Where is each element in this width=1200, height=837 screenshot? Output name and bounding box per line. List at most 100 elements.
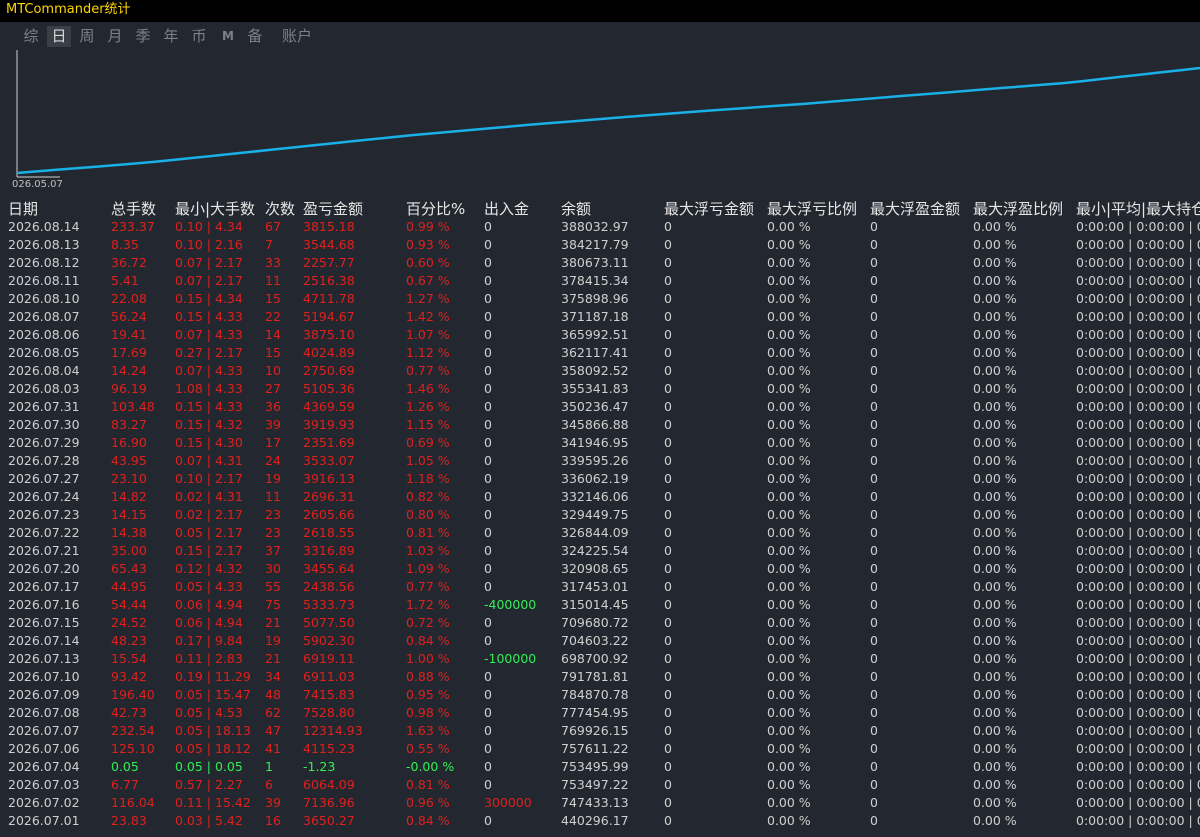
col-balance-cell: 329449.75 bbox=[561, 507, 629, 522]
tab-backup[interactable]: 备 bbox=[243, 26, 267, 47]
col-max-float-profit-ratio-cell: 0.00 % bbox=[973, 219, 1017, 234]
table-row[interactable]: 2026.08.04 14.24 0.07 | 4.33 10 2750.69 0.77 … bbox=[0, 362, 1200, 380]
table-row[interactable]: 2026.07.10 93.42 0.19 | 11.29 34 6911.03 0.88… bbox=[0, 668, 1200, 686]
col-profit-loss-cell: 3815.18 bbox=[303, 219, 355, 234]
table-row[interactable]: 2026.07.14 48.23 0.17 | 9.84 19 5902.30 0.84 … bbox=[0, 632, 1200, 650]
col-max-float-profit-ratio-cell: 0.00 % bbox=[973, 633, 1017, 648]
col-total-lots-cell: 125.10 bbox=[111, 741, 155, 756]
col-max-float-profit-ratio-cell: 0.00 % bbox=[973, 291, 1017, 306]
col-max-float-loss-header[interactable]: 最大浮亏金额 bbox=[664, 198, 754, 219]
col-min-max-lots-cell: 0.05 | 18.13 bbox=[175, 723, 251, 738]
table-row[interactable]: 2026.07.16 54.44 0.06 | 4.94 75 5333.73 1.72 … bbox=[0, 596, 1200, 614]
col-max-float-profit-cell: 0 bbox=[870, 309, 878, 324]
col-holding-time-header[interactable]: 最小|平均|最大持仓 bbox=[1076, 198, 1200, 219]
table-row[interactable]: 2026.07.15 24.52 0.06 | 4.94 21 5077.50 0.72 … bbox=[0, 614, 1200, 632]
col-profit-loss-cell: 7415.83 bbox=[303, 687, 355, 702]
col-percent-cell: 0.81 % bbox=[406, 525, 450, 540]
table-row[interactable]: 2026.07.06 125.10 0.05 | 18.12 41 4115.23 0.5… bbox=[0, 740, 1200, 758]
col-deposit-withdraw-header[interactable]: 出入金 bbox=[484, 198, 529, 219]
table-row[interactable]: 2026.08.05 17.69 0.27 | 2.17 15 4024.89 1.12 … bbox=[0, 344, 1200, 362]
col-profit-loss-header[interactable]: 盈亏金额 bbox=[303, 198, 363, 219]
table-row[interactable]: 2026.07.20 65.43 0.12 | 4.32 30 3455.64 1.09 … bbox=[0, 560, 1200, 578]
col-deposit-withdraw-cell: 0 bbox=[484, 633, 492, 648]
equity-chart: 026.05.07 bbox=[0, 50, 1200, 194]
col-percent-cell: 1.46 % bbox=[406, 381, 450, 396]
col-percent-header[interactable]: 百分比% bbox=[406, 198, 465, 219]
col-max-float-loss-ratio-header[interactable]: 最大浮亏比例 bbox=[767, 198, 857, 219]
col-max-float-profit-ratio-cell: 0.00 % bbox=[973, 579, 1017, 594]
col-max-float-loss-ratio-cell: 0.00 % bbox=[767, 615, 811, 630]
col-balance-header[interactable]: 余额 bbox=[561, 198, 591, 219]
table-row[interactable]: 2026.07.07 232.54 0.05 | 18.13 47 12314.93 1.… bbox=[0, 722, 1200, 740]
col-date-cell: 2026.08.12 bbox=[8, 255, 80, 270]
col-date-cell: 2026.08.07 bbox=[8, 309, 80, 324]
col-date-cell: 2026.08.04 bbox=[8, 363, 80, 378]
tab-account[interactable]: 账户 bbox=[276, 26, 318, 47]
col-max-float-profit-ratio-cell: 0.00 % bbox=[973, 435, 1017, 450]
table-row[interactable]: 2026.07.28 43.95 0.07 | 4.31 24 3533.07 1.05 … bbox=[0, 452, 1200, 470]
col-date-cell: 2026.08.06 bbox=[8, 327, 80, 342]
table-row[interactable]: 2026.07.02 116.04 0.11 | 15.42 39 7136.96 0.9… bbox=[0, 794, 1200, 812]
table-row[interactable]: 2026.08.10 22.08 0.15 | 4.34 15 4711.78 1.27 … bbox=[0, 290, 1200, 308]
col-percent-cell: 1.27 % bbox=[406, 291, 450, 306]
tab-currency[interactable]: 币 bbox=[187, 26, 211, 47]
table-row[interactable]: 2026.08.03 96.19 1.08 | 4.33 27 5105.36 1.46 … bbox=[0, 380, 1200, 398]
col-total-lots-header[interactable]: 总手数 bbox=[111, 198, 156, 219]
col-total-lots-cell: 19.41 bbox=[111, 327, 147, 342]
tab-quarter[interactable]: 季 bbox=[131, 26, 155, 47]
table-row[interactable]: 2026.07.31 103.48 0.15 | 4.33 36 4369.59 1.26… bbox=[0, 398, 1200, 416]
col-percent-cell: 1.07 % bbox=[406, 327, 450, 342]
col-holding-time-cell: 0:00:00 | 0:00:00 | 0: bbox=[1076, 561, 1200, 576]
col-min-max-lots-header[interactable]: 最小|大手数 bbox=[175, 198, 255, 219]
tab-m[interactable]: M bbox=[218, 26, 238, 47]
table-row[interactable]: 2026.07.29 16.90 0.15 | 4.30 17 2351.69 0.69 … bbox=[0, 434, 1200, 452]
table-row[interactable]: 2026.07.22 14.38 0.05 | 2.17 23 2618.55 0.81 … bbox=[0, 524, 1200, 542]
table-row[interactable]: 2026.07.04 0.05 0.05 | 0.05 1 -1.23 -0.00 % 0 7… bbox=[0, 758, 1200, 776]
table-row[interactable]: 2026.07.09 196.40 0.05 | 15.47 48 7415.83 0.9… bbox=[0, 686, 1200, 704]
col-min-max-lots-cell: 0.17 | 9.84 bbox=[175, 633, 243, 648]
table-row[interactable]: 2026.07.27 23.10 0.10 | 2.17 19 3916.13 1.18 … bbox=[0, 470, 1200, 488]
table-row[interactable]: 2026.07.08 42.73 0.05 | 4.53 62 7528.80 0.98 … bbox=[0, 704, 1200, 722]
table-row[interactable]: 2026.08.14 233.37 0.10 | 4.34 67 3815.18 0.99… bbox=[0, 218, 1200, 236]
table-row[interactable]: 2026.08.07 56.24 0.15 | 4.33 22 5194.67 1.42 … bbox=[0, 308, 1200, 326]
col-min-max-lots-cell: 0.05 | 2.17 bbox=[175, 525, 243, 540]
col-percent-cell: 1.63 % bbox=[406, 723, 450, 738]
col-balance-cell: 777454.95 bbox=[561, 705, 629, 720]
col-count-cell: 39 bbox=[265, 417, 281, 432]
col-min-max-lots-cell: 0.07 | 2.17 bbox=[175, 255, 243, 270]
col-count-header[interactable]: 次数 bbox=[265, 198, 295, 219]
table-row[interactable]: 2026.07.24 14.82 0.02 | 4.31 11 2696.31 0.82 … bbox=[0, 488, 1200, 506]
col-max-float-profit-cell: 0 bbox=[870, 255, 878, 270]
table-row[interactable]: 2026.07.03 6.77 0.57 | 2.27 6 6064.09 0.81 % 0… bbox=[0, 776, 1200, 794]
col-max-float-loss-ratio-cell: 0.00 % bbox=[767, 633, 811, 648]
col-date-cell: 2026.07.07 bbox=[8, 723, 80, 738]
tab-year[interactable]: 年 bbox=[159, 26, 183, 47]
table-row[interactable]: 2026.08.11 5.41 0.07 | 2.17 11 2516.38 0.67 %… bbox=[0, 272, 1200, 290]
table-row[interactable]: 2026.08.12 36.72 0.07 | 2.17 33 2257.77 0.60 … bbox=[0, 254, 1200, 272]
col-max-float-profit-ratio-header[interactable]: 最大浮盈比例 bbox=[973, 198, 1063, 219]
col-date-header[interactable]: 日期 bbox=[8, 198, 38, 219]
col-percent-cell: 1.18 % bbox=[406, 471, 450, 486]
table-row[interactable]: 2026.08.13 8.35 0.10 | 2.16 7 3544.68 0.93 % 0… bbox=[0, 236, 1200, 254]
col-max-float-profit-header[interactable]: 最大浮盈金额 bbox=[870, 198, 960, 219]
table-row[interactable]: 2026.07.30 83.27 0.15 | 4.32 39 3919.93 1.15 … bbox=[0, 416, 1200, 434]
table-row[interactable]: 2026.07.01 23.83 0.03 | 5.42 16 3650.27 0.84 … bbox=[0, 812, 1200, 830]
col-percent-cell: 1.03 % bbox=[406, 543, 450, 558]
table-row[interactable]: 2026.07.23 14.15 0.02 | 2.17 23 2605.66 0.80 … bbox=[0, 506, 1200, 524]
table-row[interactable]: 2026.07.13 15.54 0.11 | 2.83 21 6919.11 1.00 … bbox=[0, 650, 1200, 668]
col-max-float-loss-ratio-cell: 0.00 % bbox=[767, 309, 811, 324]
tab-overview[interactable]: 综 bbox=[18, 26, 44, 47]
tab-week[interactable]: 周 bbox=[75, 26, 99, 47]
col-date-cell: 2026.07.17 bbox=[8, 579, 80, 594]
col-holding-time-cell: 0:00:00 | 0:00:00 | 0: bbox=[1076, 669, 1200, 684]
col-max-float-profit-ratio-cell: 0.00 % bbox=[973, 399, 1017, 414]
tab-month[interactable]: 月 bbox=[103, 26, 127, 47]
table-row[interactable]: 2026.07.21 35.00 0.15 | 2.17 37 3316.89 1.03 … bbox=[0, 542, 1200, 560]
tab-day[interactable]: 日 bbox=[47, 26, 71, 47]
col-count-cell: 30 bbox=[265, 561, 281, 576]
col-min-max-lots-cell: 0.27 | 2.17 bbox=[175, 345, 243, 360]
col-max-float-loss-cell: 0 bbox=[664, 723, 672, 738]
table-row[interactable]: 2026.08.06 19.41 0.07 | 4.33 14 3875.10 1.07 … bbox=[0, 326, 1200, 344]
col-profit-loss-cell: 3919.93 bbox=[303, 417, 355, 432]
table-row[interactable]: 2026.07.17 44.95 0.05 | 4.33 55 2438.56 0.77 … bbox=[0, 578, 1200, 596]
